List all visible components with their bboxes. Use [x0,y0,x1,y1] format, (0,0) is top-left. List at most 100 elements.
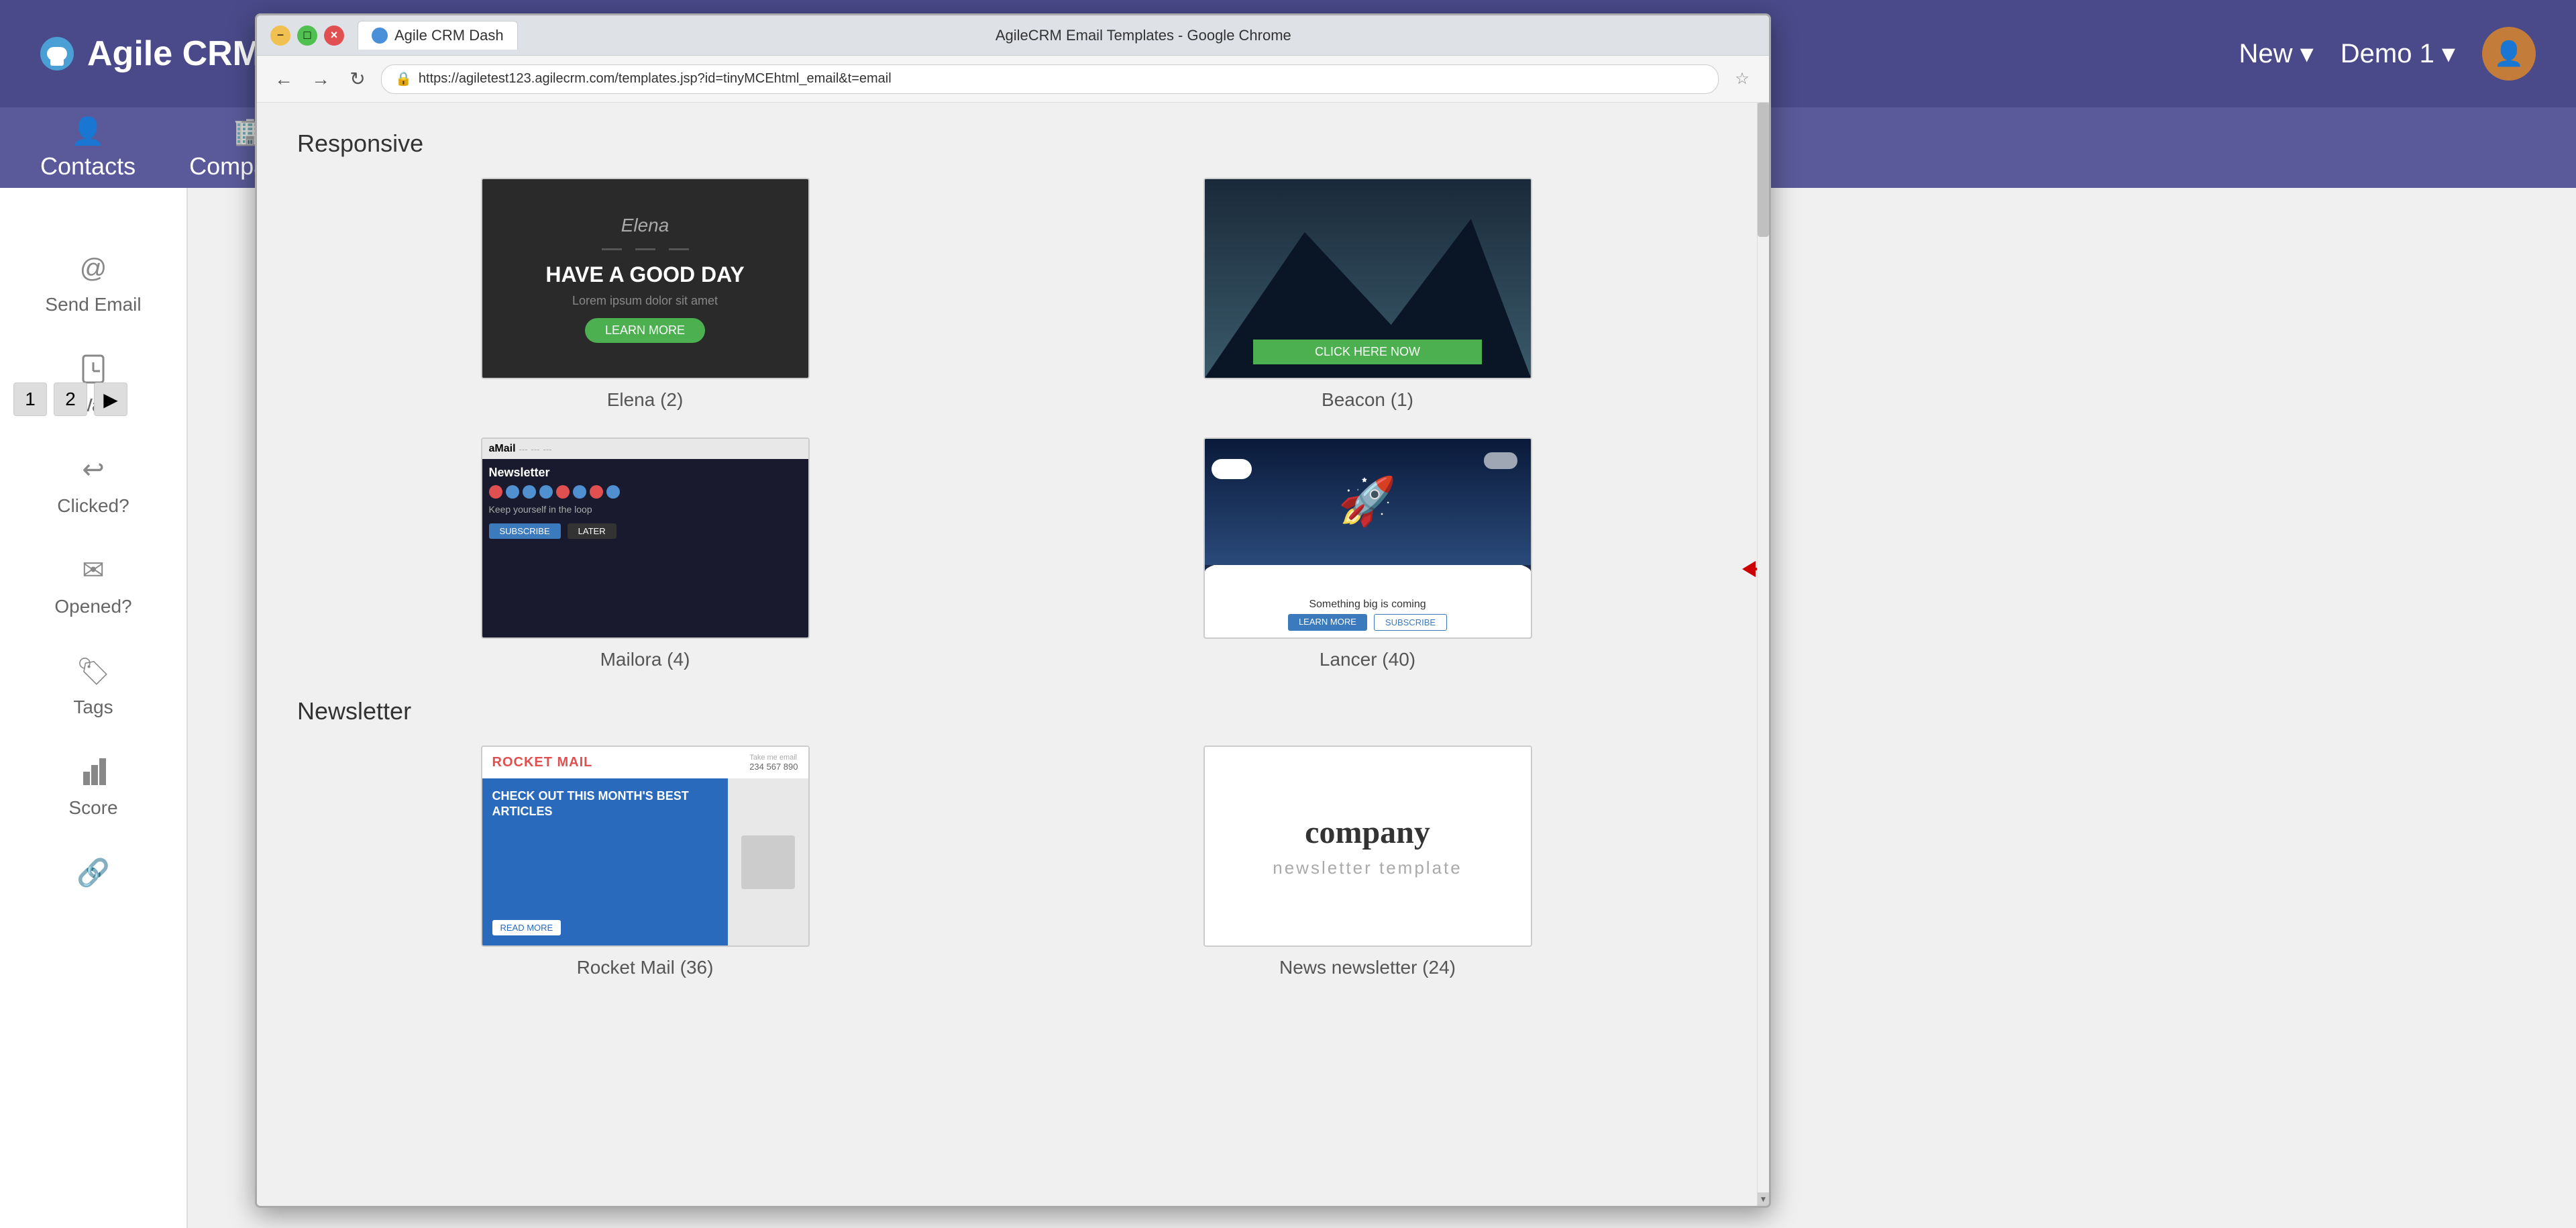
elena-label: Elena (2) [607,389,684,411]
tab-favicon [372,28,388,44]
arrow-head [1742,561,1756,577]
user-avatar[interactable]: 👤 [2482,27,2536,81]
tab-title: Agile CRM Dash [394,27,504,44]
responsive-grid: Elena HAVE A GOOD DAY Lorem ipsum dolor … [297,178,1715,670]
chrome-addressbar: ← → ↻ 🔒 https://agiletest123.agilecrm.co… [257,56,1769,103]
elena-cta: LEARN MORE [585,318,705,343]
lancer-headline: Something big is coming [1212,599,1524,611]
mailora-dark: Newsletter [482,459,808,637]
sidebar: 1 2 ▶ @ Send Email Wait ↩ [0,188,188,1228]
elena-thumb[interactable]: Elena HAVE A GOOD DAY Lorem ipsum dolor … [481,178,810,379]
forward-button[interactable]: → [307,66,334,93]
opened-icon: ✉ [73,550,113,591]
chrome-window: − □ × Agile CRM Dash AgileCRM Email Temp… [255,13,1771,1208]
news-newsletter-label: News newsletter (24) [1279,957,1456,978]
responsive-title: Responsive [297,130,1715,158]
tags-icon: 🏷 [73,651,113,691]
agile-logo: Agile CRM [40,34,262,74]
refresh-button[interactable]: ↻ [344,66,371,93]
lancer-rocket-icon: 🚀 [1338,474,1397,529]
lancer-label: Lancer (40) [1320,649,1415,670]
mailora-label: Mailora (4) [600,649,690,670]
scrollbar[interactable]: ▲ ▼ [1757,103,1769,1206]
window-title: AgileCRM Email Templates - Google Chrome [531,27,1756,44]
bookmark-button[interactable]: ☆ [1729,66,1756,93]
beacon-label: Beacon (1) [1322,389,1413,411]
news-newsletter-preview: company newsletter template [1205,747,1531,945]
rocketmail-image [741,835,795,889]
maximize-button[interactable]: □ [297,25,317,46]
page-1[interactable]: 1 [13,382,47,416]
news-newsletter-text: newsletter template [1273,858,1462,878]
clicked-icon: ↩ [73,450,113,490]
beacon-thumb[interactable]: Ø CLICK HERE NOW [1203,178,1532,379]
beacon-bg: Ø CLICK HERE NOW [1205,179,1531,378]
elena-subtext: Lorem ipsum dolor sit amet [572,294,718,308]
rocketmail-body: CHECK OUT THIS MONTH'S BEST ARTICLES REA… [482,778,808,945]
rocketmail-cta: READ MORE [492,920,561,935]
template-elena[interactable]: Elena HAVE A GOOD DAY Lorem ipsum dolor … [297,178,993,411]
rocketmail-brand: ROCKET MAIL [492,755,593,770]
score-icon [73,752,113,792]
sidebar-clicked[interactable]: ↩ Clicked? [57,450,129,517]
link-icon: 🔗 [73,852,113,892]
chrome-titlebar: − □ × Agile CRM Dash AgileCRM Email Temp… [257,15,1769,56]
elena-logo: Elena [621,215,669,236]
sidebar-send-email[interactable]: @ Send Email [45,248,141,315]
subnav-contacts[interactable]: 👤 Contacts [40,115,136,181]
template-mailora[interactable]: aMail --- --- --- Newsletter [297,438,993,670]
lancer-btn1: LEARN MORE [1288,614,1367,631]
responsive-section: Responsive Elena [297,130,1715,670]
scroll-down[interactable]: ▼ [1758,1192,1769,1206]
template-rocketmail[interactable]: ROCKET MAIL Take me email 234 567 890 CH… [297,746,993,978]
lock-icon: 🔒 [395,70,412,87]
lancer-thumb[interactable]: 🚀 Something big is coming LEARN MORE SUB… [1203,438,1532,639]
page-2[interactable]: 2 [54,382,87,416]
mailora-subtext: Keep yourself in the loop [489,504,802,515]
mailora-headline: Newsletter [489,466,802,480]
rocketmail-label: Rocket Mail (36) [577,957,714,978]
demo-button[interactable]: Demo 1 ▾ [2341,38,2455,69]
lancer-text-area: Something big is coming LEARN MORE SUBSC… [1205,592,1531,637]
close-button[interactable]: × [324,25,344,46]
back-button[interactable]: ← [270,66,297,93]
new-button[interactable]: New ▾ [2239,38,2314,69]
rocketmail-preview: ROCKET MAIL Take me email 234 567 890 CH… [482,747,808,945]
logo-text: Agile CRM [87,34,262,74]
rocketmail-left: CHECK OUT THIS MONTH'S BEST ARTICLES REA… [482,778,728,945]
rocketmail-contact: Take me email 234 567 890 [749,754,798,772]
newsletter-title: Newsletter [297,697,1715,725]
sidebar-link[interactable]: 🔗 [73,852,113,892]
mailora-buttons: SUBSCRIBE LATER [489,523,802,539]
template-news-newsletter[interactable]: company newsletter template News newslet… [1020,746,1715,978]
mailora-thumb[interactable]: aMail --- --- --- Newsletter [481,438,810,639]
pagination: 1 2 ▶ [13,382,127,416]
beacon-preview: Ø CLICK HERE NOW [1205,179,1531,378]
news-company-text: company [1305,814,1430,851]
elena-headline: HAVE A GOOD DAY [545,262,744,287]
page-next[interactable]: ▶ [94,382,127,416]
lancer-preview: 🚀 Something big is coming LEARN MORE SUB… [1205,439,1531,637]
newsletter-grid: ROCKET MAIL Take me email 234 567 890 CH… [297,746,1715,978]
template-lancer[interactable]: 🚀 Something big is coming LEARN MORE SUB… [1020,438,1715,670]
sidebar-score[interactable]: Score [68,752,117,819]
rocketmail-thumb[interactable]: ROCKET MAIL Take me email 234 567 890 CH… [481,746,810,947]
lancer-buttons: LEARN MORE SUBSCRIBE [1212,614,1524,631]
rocketmail-headline: CHECK OUT THIS MONTH'S BEST ARTICLES [492,788,718,820]
address-bar[interactable]: 🔒 https://agiletest123.agilecrm.com/temp… [381,64,1719,94]
lancer-btn2: SUBSCRIBE [1374,614,1447,631]
mailora-subscribe-btn: SUBSCRIBE [489,523,561,539]
browser-tab[interactable]: Agile CRM Dash [358,21,518,50]
scrollbar-thumb[interactable] [1758,103,1769,237]
sidebar-opened[interactable]: ✉ Opened? [54,550,131,617]
template-beacon[interactable]: Ø CLICK HERE NOW Beacon (1) [1020,178,1715,411]
news-newsletter-thumb[interactable]: company newsletter template [1203,746,1532,947]
nav-right: New ▾ Demo 1 ▾ 👤 [2239,27,2536,81]
mailora-preview: aMail --- --- --- Newsletter [482,439,808,637]
lancer-sky: 🚀 [1205,439,1531,565]
minimize-button[interactable]: − [270,25,290,46]
url-text: https://agiletest123.agilecrm.com/templa… [419,71,892,87]
sidebar-tags[interactable]: 🏷 Tags [73,651,113,718]
window-controls: − □ × [270,25,344,46]
mailora-topbar: aMail --- --- --- [482,439,808,459]
